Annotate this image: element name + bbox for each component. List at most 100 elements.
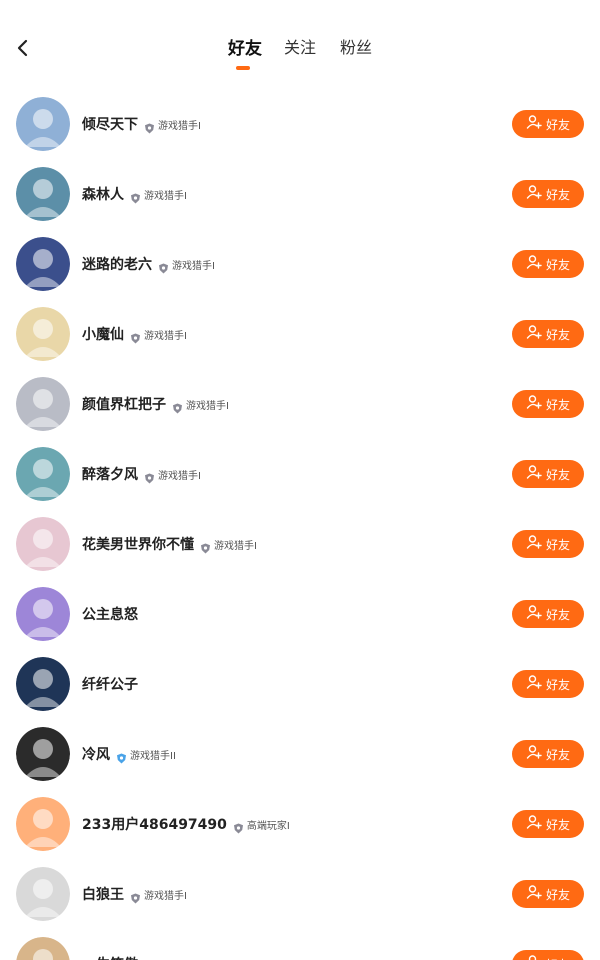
level-badge: 游戏猎手I [144, 957, 201, 960]
friend-button[interactable]: 好友 [512, 250, 584, 278]
list-item[interactable]: 花美男世界你不懂 游戏猎手I 好友 [0, 508, 600, 578]
username[interactable]: 颜值界杠把子 [82, 394, 166, 414]
friend-button[interactable]: 好友 [512, 670, 584, 698]
list-item[interactable]: 森林人 游戏猎手I 好友 [0, 158, 600, 228]
badge-label: 游戏猎手I [186, 400, 229, 412]
avatar[interactable] [16, 237, 70, 291]
badge-label: 游戏猎手I [172, 260, 215, 272]
shield-icon [172, 399, 183, 413]
username[interactable]: 小魔仙 [82, 324, 124, 344]
avatar[interactable] [16, 167, 70, 221]
shield-icon [233, 819, 244, 833]
username[interactable]: 森林人 [82, 184, 124, 204]
username[interactable]: 纤纤公子 [82, 674, 138, 694]
user-info: 颜值界杠把子 游戏猎手I [82, 394, 229, 414]
username[interactable]: 醉落夕风 [82, 464, 138, 484]
friend-button[interactable]: 好友 [512, 390, 584, 418]
shield-icon [144, 469, 155, 483]
avatar[interactable] [16, 447, 70, 501]
username[interactable]: 233用户486497490 [82, 814, 227, 834]
avatar[interactable] [16, 797, 70, 851]
friend-button[interactable]: 好友 [512, 810, 584, 838]
username[interactable]: 花美男世界你不懂 [82, 534, 194, 554]
level-badge: 游戏猎手II [116, 747, 176, 763]
badge-label: 游戏猎手I [158, 120, 201, 132]
friend-button[interactable]: 好友 [512, 110, 584, 138]
avatar[interactable] [16, 867, 70, 921]
shield-icon [144, 119, 155, 133]
avatar[interactable] [16, 587, 70, 641]
username[interactable]: 倾尽天下 [82, 114, 138, 134]
badge-label: 游戏猎手I [158, 957, 201, 960]
friend-button-label: 好友 [545, 677, 570, 692]
avatar[interactable] [16, 97, 70, 151]
avatar[interactable] [16, 377, 70, 431]
friend-button-label: 好友 [545, 817, 570, 832]
friend-button[interactable]: 好友 [512, 950, 584, 960]
friend-button-label: 好友 [545, 187, 570, 202]
user-info: 倾尽天下 游戏猎手I [82, 114, 201, 134]
friend-button-label: 好友 [546, 956, 570, 960]
shield-icon [200, 539, 211, 553]
shield-icon [130, 329, 141, 343]
friend-button[interactable]: 好友 [512, 320, 584, 348]
list-item[interactable]: 一生笑傲游戏猎手I 好友 [0, 928, 600, 960]
list-item[interactable]: 小魔仙 游戏猎手I 好友 [0, 298, 600, 368]
user-info: 白狼王 游戏猎手I [82, 884, 187, 904]
friend-button[interactable]: 好友 [512, 880, 584, 908]
user-info: 公主息怒 [82, 604, 138, 624]
badge-label: 游戏猎手I [144, 330, 187, 342]
add-user-icon [526, 464, 542, 484]
add-user-icon [526, 744, 542, 764]
avatar[interactable] [16, 937, 70, 960]
avatar[interactable] [16, 657, 70, 711]
username[interactable]: 公主息怒 [82, 604, 138, 624]
list-item[interactable]: 迷路的老六 游戏猎手I 好友 [0, 228, 600, 298]
username[interactable]: 冷风 [82, 744, 110, 764]
friend-button[interactable]: 好友 [512, 460, 584, 488]
avatar[interactable] [16, 307, 70, 361]
user-info: 迷路的老六 游戏猎手I [82, 254, 215, 274]
avatar[interactable] [16, 727, 70, 781]
badge-label: 游戏猎手II [130, 750, 176, 762]
level-badge: 游戏猎手I [144, 467, 201, 483]
friend-button[interactable]: 好友 [512, 180, 584, 208]
level-badge: 游戏猎手I [172, 397, 229, 413]
user-info: 233用户486497490 高端玩家I [82, 814, 290, 834]
shield-icon [130, 189, 141, 203]
tab-following[interactable]: 关注 [284, 34, 316, 58]
username[interactable]: 白狼王 [82, 884, 124, 904]
friend-list: 倾尽天下 游戏猎手I 好友 森林人 游戏猎手I 好友 迷路的老六 游戏猎手I 好友 小魔仙 游戏猎手… [0, 80, 600, 960]
list-item[interactable]: 公主息怒 好友 [0, 578, 600, 648]
list-item[interactable]: 233用户486497490 高端玩家I 好友 [0, 788, 600, 858]
add-user-icon [526, 324, 542, 344]
friend-button[interactable]: 好友 [512, 600, 584, 628]
list-item[interactable]: 白狼王 游戏猎手I 好友 [0, 858, 600, 928]
friend-button-label: 好友 [545, 257, 570, 272]
list-item[interactable]: 冷风 游戏猎手II 好友 [0, 718, 600, 788]
badge-label: 高端玩家I [246, 820, 290, 832]
list-item[interactable]: 倾尽天下 游戏猎手I 好友 [0, 88, 600, 158]
friend-button-label: 好友 [545, 747, 570, 762]
top-bar: 好友 关注 粉丝 [0, 0, 600, 80]
username[interactable]: 迷路的老六 [82, 254, 152, 274]
shield-icon [158, 259, 169, 273]
user-info: 花美男世界你不懂 游戏猎手I [82, 534, 257, 554]
shield-icon [130, 889, 141, 903]
level-badge: 游戏猎手I [144, 117, 201, 133]
active-tab-indicator [236, 66, 250, 70]
list-item[interactable]: 颜值界杠把子 游戏猎手I 好友 [0, 368, 600, 438]
tab-fans[interactable]: 粉丝 [340, 34, 372, 58]
add-user-icon [526, 394, 542, 414]
friend-button[interactable]: 好友 [512, 530, 584, 558]
avatar[interactable] [16, 517, 70, 571]
username[interactable]: 一生笑傲 [82, 954, 138, 960]
friend-button[interactable]: 好友 [512, 740, 584, 768]
badge-label: 游戏猎手I [144, 890, 187, 902]
add-user-icon [526, 114, 542, 134]
list-item[interactable]: 醉落夕风 游戏猎手I 好友 [0, 438, 600, 508]
tab-friends[interactable]: 好友 [228, 34, 262, 59]
add-user-icon [526, 184, 542, 204]
user-info: 一生笑傲游戏猎手I [82, 954, 201, 960]
list-item[interactable]: 纤纤公子 好友 [0, 648, 600, 718]
